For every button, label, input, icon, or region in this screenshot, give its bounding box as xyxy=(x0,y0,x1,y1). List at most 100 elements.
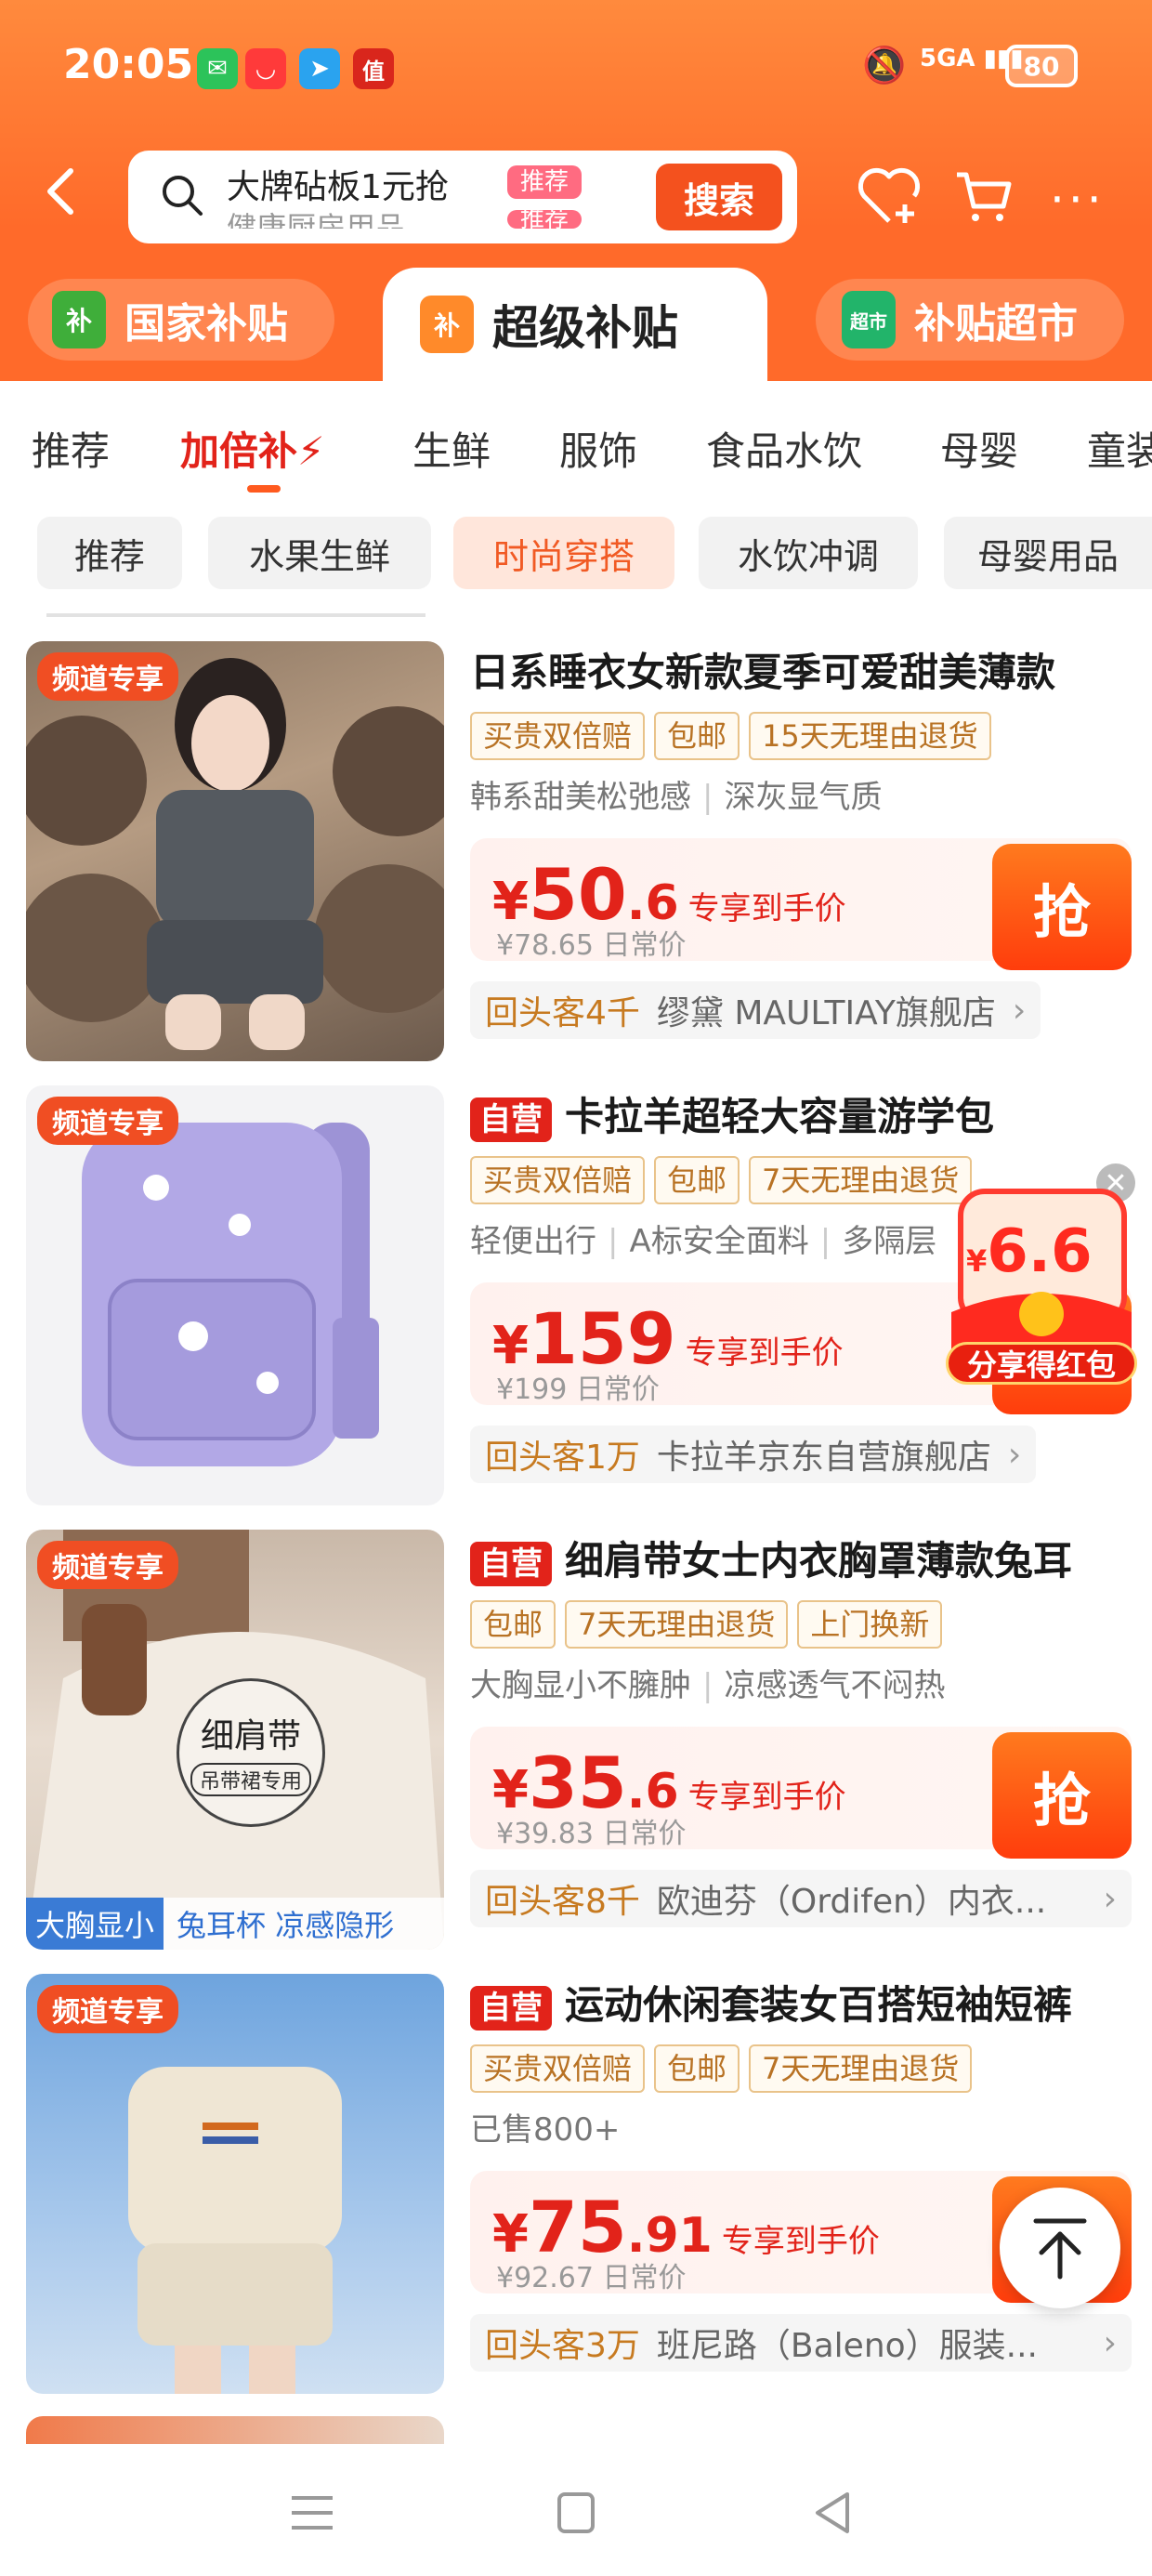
service-tag: 买贵双倍赔 xyxy=(470,2044,646,2093)
back-button[interactable] xyxy=(43,164,80,219)
service-tag: 包邮 xyxy=(470,1600,556,1649)
shop-link[interactable]: 回头客8千 欧迪芬（Ordifen）内衣... › xyxy=(470,1870,1132,1927)
chevron-right-icon: › xyxy=(1103,2323,1117,2362)
chip-fruit-fresh[interactable]: 水果生鲜 xyxy=(208,517,431,589)
chip-baby-goods[interactable]: 母婴用品 xyxy=(944,517,1152,589)
product-image[interactable]: 频道专享 xyxy=(26,641,444,1061)
signal-label: 5GA xyxy=(920,45,975,72)
back-to-top-button[interactable] xyxy=(1000,2188,1120,2308)
tab-national-subsidy[interactable]: 补 国家补贴 xyxy=(28,279,334,361)
returning-customers: 回头客1万 xyxy=(485,1439,640,1477)
product-title[interactable]: 自营 细肩带女士内衣胸罩薄款兔耳 xyxy=(470,1533,1132,1589)
title-text: 卡拉羊超轻大容量游学包 xyxy=(565,1094,995,1139)
price-box[interactable]: ¥35.6 专享到手价 ¥39.83 日常价 抢 xyxy=(470,1727,1132,1859)
circle-subtitle: 吊带裙专用 xyxy=(190,1763,311,1796)
category-baby[interactable]: 母婴 xyxy=(940,420,1018,477)
status-bar: 20:05 ✉ ◡ ➤ 值 🔕 5GA ▮▮▮ 80 xyxy=(0,0,1152,139)
product-card[interactable]: 频道专享 日系睡衣女新款夏季可爱甜美薄款 买贵双倍赔 包邮 15天无理由退货 韩系甜… xyxy=(26,641,1132,1061)
service-tag: 包邮 xyxy=(654,1156,740,1204)
menu-icon[interactable] xyxy=(284,2489,340,2537)
product-title[interactable]: 日系睡衣女新款夏季可爱甜美薄款 xyxy=(470,645,1132,701)
active-tab-indicator xyxy=(247,485,281,493)
original-price: ¥78.65 日常价 xyxy=(496,929,687,962)
back-triangle-icon[interactable] xyxy=(805,2489,860,2537)
category-kids-wear[interactable]: 童装 xyxy=(1087,420,1152,477)
product-image[interactable]: 频道专享 xyxy=(26,1974,444,2394)
channel-exclusive-badge: 频道专享 xyxy=(37,1097,178,1145)
product-image[interactable]: 细肩带 吊带裙专用 大胸显小 兔耳杯 凉感隐形 频道专享 xyxy=(26,1530,444,1950)
chevron-right-icon: › xyxy=(1012,991,1027,1030)
share-red-packet-popup[interactable]: ¥6.6 分享得红包 xyxy=(942,1173,1141,1387)
shop-link[interactable]: 回头客1万 卡拉羊京东自营旗舰店 › xyxy=(470,1426,1037,1483)
service-tags: 买贵双倍赔 包邮 7天无理由退货 xyxy=(470,2044,1132,2095)
service-tag: 买贵双倍赔 xyxy=(470,712,646,760)
tab-label: 国家补贴 xyxy=(124,300,288,348)
service-tag: 包邮 xyxy=(654,712,740,760)
chevron-left-icon xyxy=(47,168,73,215)
service-tag: 上门换新 xyxy=(797,1600,943,1649)
product-card[interactable]: 频道专享 自营 运动休闲套装女百搭短袖短裤 买贵双倍赔 包邮 7天无理由退货 已售80… xyxy=(26,1974,1132,2394)
price-box[interactable]: ¥50.6 专享到手价 ¥78.65 日常价 抢 xyxy=(470,838,1132,970)
telegram-icon: ➤ xyxy=(299,48,340,89)
circle-title: 细肩带 xyxy=(200,1717,301,1755)
supermarket-basket-icon: 超市 xyxy=(842,291,896,348)
feature-text: 轻便出行 xyxy=(470,1223,596,1260)
chip-recommend[interactable]: 推荐 xyxy=(37,517,182,589)
shop-name: 欧迪芬（Ordifen）内衣... xyxy=(656,1883,1047,1921)
shop-name: 缪黛 MAULTIAY旗舰店 xyxy=(656,994,996,1032)
product-title[interactable]: 自营 运动休闲套装女百搭短袖短裤 xyxy=(470,1978,1132,2033)
home-icon[interactable] xyxy=(548,2489,604,2537)
original-price: ¥92.67 日常价 xyxy=(496,2262,687,2294)
service-tag: 7天无理由退货 xyxy=(565,1600,789,1649)
product-image[interactable]: 频道专享 xyxy=(26,1085,444,1505)
price-label: 专享到手价 xyxy=(687,1779,846,1816)
status-time: 20:05 xyxy=(63,41,194,88)
category-food-drinks[interactable]: 食品水饮 xyxy=(706,420,862,477)
shop-name: 班尼路（Baleno）服装... xyxy=(656,2327,1038,2365)
app-notification-icon: ◡ xyxy=(245,48,286,89)
search-placeholder-next: 健康厨房用品 xyxy=(227,210,406,229)
category-recommend[interactable]: 推荐 xyxy=(32,420,110,477)
price-label: 专享到手价 xyxy=(721,2223,880,2260)
price-label: 专享到手价 xyxy=(687,890,846,927)
grab-button[interactable]: 抢 xyxy=(992,1732,1132,1859)
more-icon[interactable]: ··· xyxy=(1050,173,1106,227)
favorite-icon[interactable] xyxy=(857,165,922,227)
product-card[interactable]: 细肩带 吊带裙专用 大胸显小 兔耳杯 凉感隐形 频道专享 自营 细肩带女士内衣胸罩… xyxy=(26,1530,1132,1950)
next-product-peek xyxy=(26,2416,444,2444)
feature-text: 大胸显小不臃肿 xyxy=(470,1667,691,1704)
shop-link[interactable]: 回头客4千 缪黛 MAULTIAY旗舰店 › xyxy=(470,981,1041,1039)
tab-subsidy-supermarket[interactable]: 超市 补贴超市 xyxy=(816,279,1124,361)
returning-customers: 回头客3万 xyxy=(485,2327,640,2365)
service-tag: 7天无理由退货 xyxy=(749,1156,973,1204)
search-bar[interactable]: 大牌砧板1元抢 推荐 健康厨房用品 推荐 搜索 xyxy=(128,151,797,243)
mute-icon: 🔕 xyxy=(862,45,907,85)
grab-button[interactable]: 抢 xyxy=(992,844,1132,970)
self-operated-badge: 自营 xyxy=(470,1541,552,1586)
channel-exclusive-badge: 频道专享 xyxy=(37,1541,178,1589)
search-placeholder: 大牌砧板1元抢 xyxy=(227,168,449,206)
feature-text: 多隔层 xyxy=(842,1223,937,1260)
service-tag: 包邮 xyxy=(654,2044,740,2093)
share-red-packet-label[interactable]: 分享得红包 xyxy=(946,1342,1137,1385)
search-button[interactable]: 搜索 xyxy=(656,164,782,230)
system-nav-bar xyxy=(0,2444,1152,2576)
chevron-right-icon: › xyxy=(1103,1879,1117,1918)
tab-super-subsidy[interactable]: 补 超级补贴 xyxy=(383,268,767,381)
category-double-subsidy[interactable]: 加倍补⚡ xyxy=(180,420,325,477)
feature-text: A标安全面料 xyxy=(629,1223,809,1260)
category-apparel[interactable]: 服饰 xyxy=(559,420,637,477)
self-operated-badge: 自营 xyxy=(470,1985,552,2031)
product-title[interactable]: 自营 卡拉羊超轻大容量游学包 xyxy=(470,1089,1132,1145)
sold-count: 已售800+ xyxy=(470,2111,621,2149)
cart-icon[interactable] xyxy=(953,165,1015,227)
category-fresh[interactable]: 生鲜 xyxy=(412,420,491,477)
caption-text: 兔耳杯 凉感隐形 xyxy=(177,1908,395,1943)
self-operated-badge: 自营 xyxy=(470,1097,552,1142)
chip-fashion[interactable]: 时尚穿搭 xyxy=(453,517,674,589)
chip-drinks[interactable]: 水饮冲调 xyxy=(699,517,918,589)
shop-link[interactable]: 回头客3万 班尼路（Baleno）服装... › xyxy=(470,2314,1132,2372)
wechat-icon: ✉ xyxy=(197,48,238,89)
feature-text: 韩系甜美松弛感 xyxy=(470,779,691,816)
channel-exclusive-badge: 频道专享 xyxy=(37,652,178,701)
